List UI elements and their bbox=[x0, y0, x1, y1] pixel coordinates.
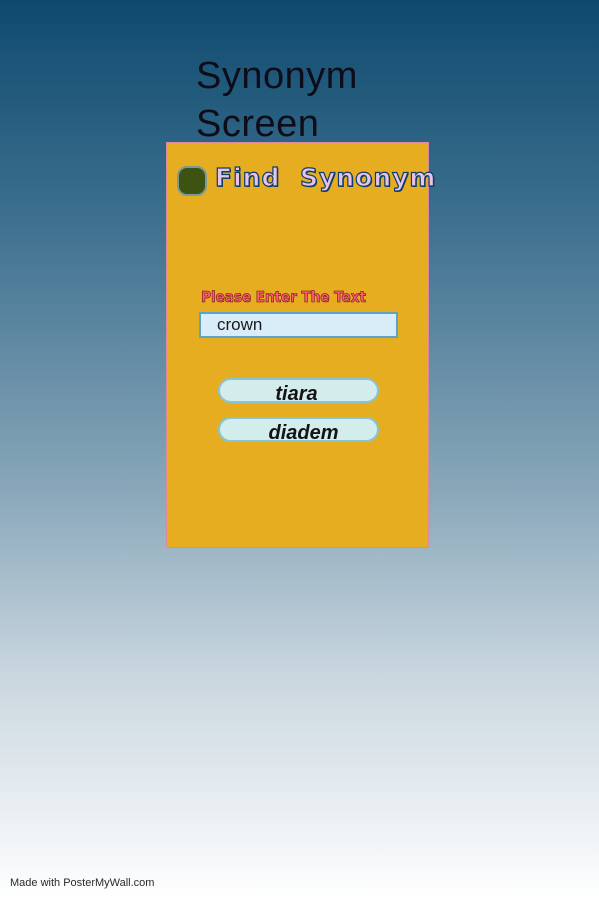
status-dot-icon bbox=[177, 166, 207, 196]
watermark: Made with PosterMyWall.com bbox=[10, 877, 155, 889]
screen-title: Synonym Screen bbox=[196, 52, 358, 148]
synonym-result-label-1: tiara bbox=[275, 383, 318, 405]
input-prompt-label: Please Enter The Text bbox=[201, 288, 367, 307]
text-input-field[interactable] bbox=[199, 312, 398, 338]
synonym-result-button-1[interactable]: tiara bbox=[218, 378, 379, 405]
screen-title-line2: Screen bbox=[196, 103, 320, 145]
synonym-result-button-2[interactable]: diadem bbox=[218, 417, 379, 444]
card-header: Find Synonym bbox=[177, 162, 436, 199]
synonym-result-label-2: diadem bbox=[268, 422, 339, 444]
screen-title-line1: Synonym bbox=[196, 55, 358, 97]
card-title: Find Synonym bbox=[214, 162, 437, 192]
synonym-card: Find Synonym Please Enter The Text tiara… bbox=[166, 142, 436, 548]
